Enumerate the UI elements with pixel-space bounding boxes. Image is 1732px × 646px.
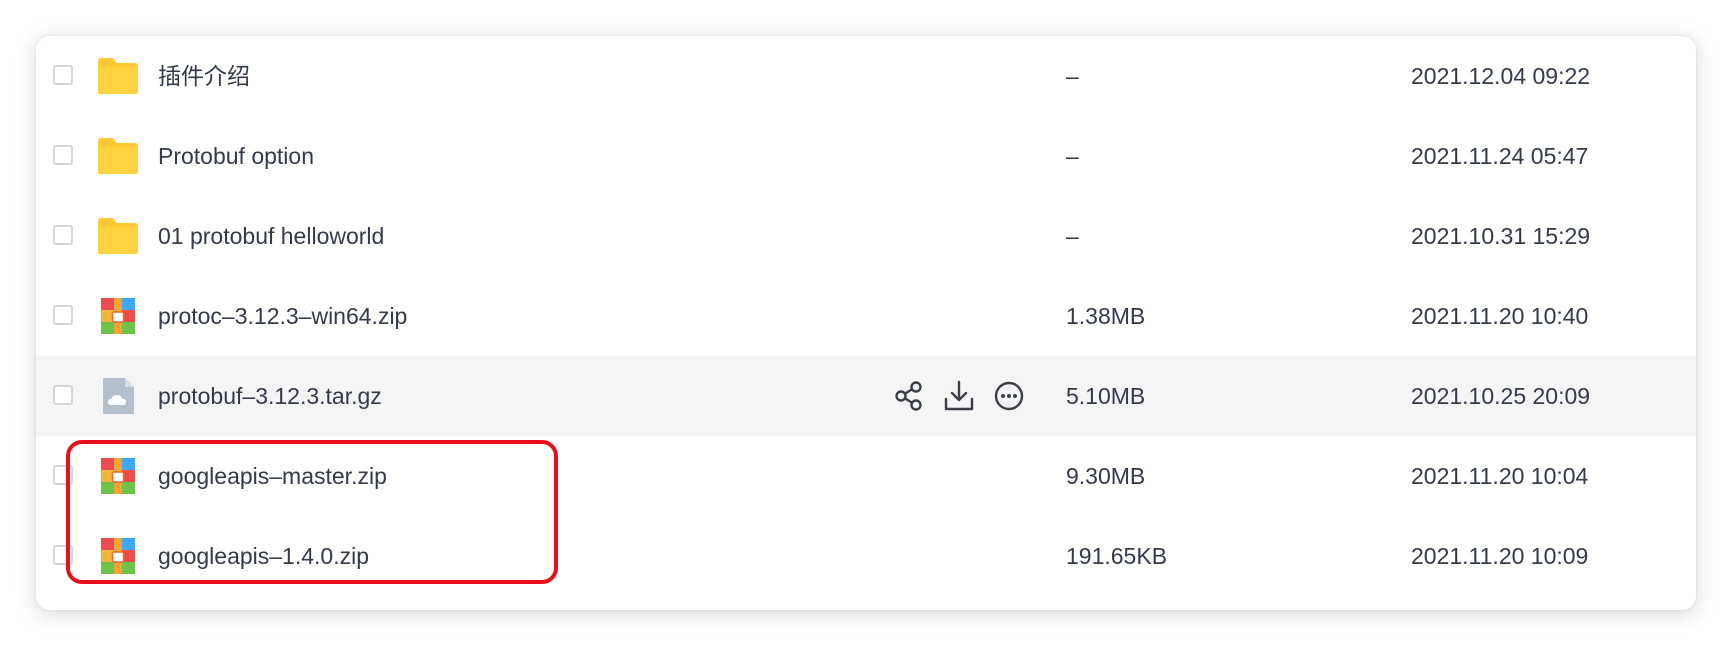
- zip-archive-icon: [101, 458, 135, 494]
- row-checkbox[interactable]: [53, 225, 73, 245]
- file-size: 9.30MB: [1066, 463, 1146, 489]
- row-checkbox[interactable]: [53, 65, 73, 85]
- row-checkbox[interactable]: [53, 545, 73, 565]
- file-date: 2021.11.20 10:09: [1411, 543, 1589, 569]
- file-row[interactable]: Protobuf option – 2021.11.24 05:47: [36, 116, 1696, 196]
- file-size: 5.10MB: [1066, 383, 1146, 409]
- file-name[interactable]: googleapis–master.zip: [158, 436, 387, 516]
- file-date: 2021.12.04 09:22: [1411, 63, 1591, 89]
- file-date: 2021.10.31 15:29: [1411, 223, 1591, 249]
- file-date: 2021.10.25 20:09: [1411, 383, 1591, 409]
- file-name[interactable]: Protobuf option: [158, 116, 314, 196]
- file-row[interactable]: protoc–3.12.3–win64.zip 1.38MB 2021.11.2…: [36, 276, 1696, 356]
- file-name[interactable]: 插件介绍: [158, 36, 250, 116]
- file-date: 2021.11.20 10:04: [1411, 463, 1589, 489]
- file-date: 2021.11.24 05:47: [1411, 143, 1589, 169]
- cloud-file-icon: [103, 378, 134, 414]
- file-name[interactable]: 01 protobuf helloworld: [158, 196, 384, 276]
- file-row[interactable]: protobuf–3.12.3.tar.gz 5.10MB 2021.10.25…: [36, 356, 1696, 436]
- more-icon[interactable]: [991, 378, 1027, 414]
- file-size: 191.65KB: [1066, 543, 1168, 569]
- file-list-panel: 插件介绍 – 2021.12.04 09:22 Protobuf option …: [36, 36, 1696, 610]
- file-row[interactable]: 插件介绍 – 2021.12.04 09:22: [36, 36, 1696, 116]
- zip-archive-icon: [101, 298, 135, 334]
- row-checkbox[interactable]: [53, 465, 73, 485]
- row-checkbox[interactable]: [53, 385, 73, 405]
- row-checkbox[interactable]: [53, 145, 73, 165]
- folder-icon: [98, 138, 138, 174]
- download-icon[interactable]: [941, 378, 977, 414]
- folder-icon: [98, 218, 138, 254]
- file-size: –: [1066, 143, 1079, 169]
- file-name[interactable]: protobuf–3.12.3.tar.gz: [158, 356, 382, 436]
- file-size: –: [1066, 63, 1079, 89]
- share-icon[interactable]: [891, 378, 927, 414]
- file-size: 1.38MB: [1066, 303, 1146, 329]
- folder-icon: [98, 58, 138, 94]
- file-row[interactable]: 01 protobuf helloworld – 2021.10.31 15:2…: [36, 196, 1696, 276]
- file-row[interactable]: googleapis–1.4.0.zip 191.65KB 2021.11.20…: [36, 516, 1696, 596]
- row-checkbox[interactable]: [53, 305, 73, 325]
- file-row[interactable]: googleapis–master.zip 9.30MB 2021.11.20 …: [36, 436, 1696, 516]
- zip-archive-icon: [101, 538, 135, 574]
- file-size: –: [1066, 223, 1079, 249]
- file-name[interactable]: googleapis–1.4.0.zip: [158, 516, 369, 596]
- file-date: 2021.11.20 10:40: [1411, 303, 1589, 329]
- file-name[interactable]: protoc–3.12.3–win64.zip: [158, 276, 407, 356]
